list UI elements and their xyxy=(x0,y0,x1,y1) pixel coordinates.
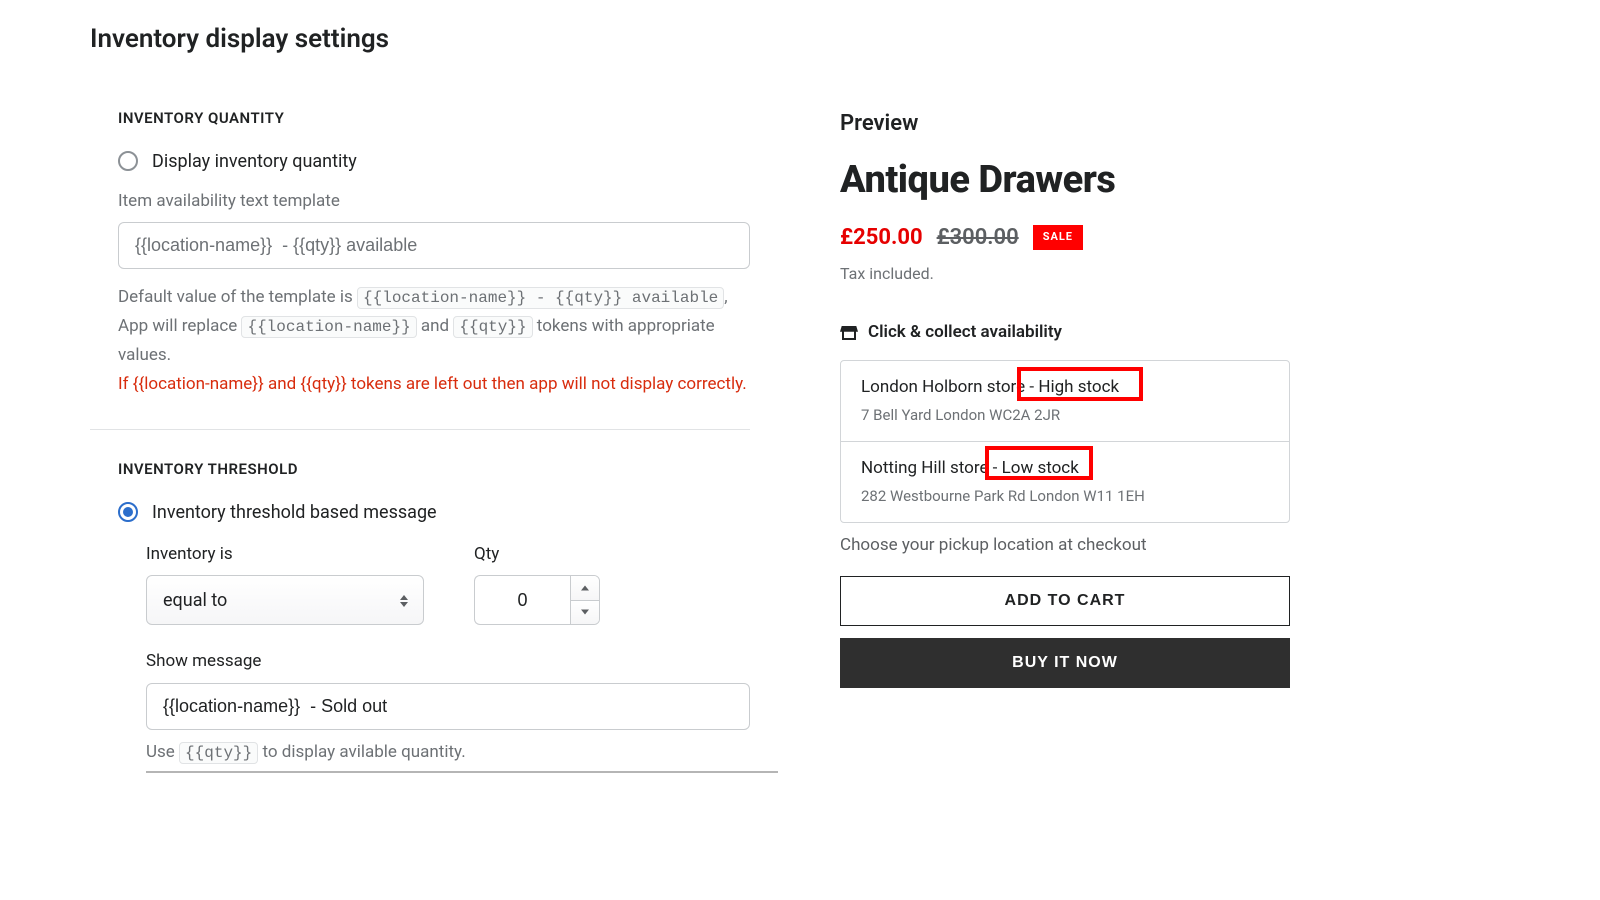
threshold-radio[interactable] xyxy=(118,502,138,522)
location-address: 282 Westbourne Park Rd London W11 1EH xyxy=(861,485,1269,508)
stock-status: - Low stock xyxy=(988,458,1078,478)
tax-note: Tax included. xyxy=(840,262,1290,286)
qty-hint: Use {{qty}} to display avilable quantity… xyxy=(146,740,750,766)
location-list: London Holborn store - High stock 7 Bell… xyxy=(840,360,1290,523)
template-field-label: Item availability text template xyxy=(118,189,750,215)
qty-label: Qty xyxy=(474,542,600,568)
chevron-updown-icon xyxy=(399,590,409,612)
display-quantity-radio[interactable] xyxy=(118,151,138,171)
template-help-text: Default value of the template is {{locat… xyxy=(118,283,750,399)
stock-status: - High stock xyxy=(1025,377,1119,397)
token-location: {{location-name}} xyxy=(241,316,416,338)
threshold-radio-label: Inventory threshold based message xyxy=(152,499,437,526)
product-price: £250.00 xyxy=(840,221,923,254)
inventory-threshold-heading: INVENTORY THRESHOLD xyxy=(118,458,750,481)
inventory-condition-select[interactable]: equal to xyxy=(146,575,424,625)
qty-step-up[interactable] xyxy=(571,576,599,600)
qty-stepper[interactable] xyxy=(570,575,600,625)
token-qty: {{qty}} xyxy=(453,316,532,338)
qty-step-down[interactable] xyxy=(571,600,599,625)
section-divider xyxy=(90,429,750,430)
buy-it-now-button[interactable]: BUY IT NOW xyxy=(840,638,1290,688)
show-message-input[interactable] xyxy=(146,683,750,730)
display-quantity-label: Display inventory quantity xyxy=(152,148,357,175)
show-message-label: Show message xyxy=(146,649,750,675)
click-collect-title: Click & collect availability xyxy=(868,320,1062,346)
token-qty-hint: {{qty}} xyxy=(179,742,258,764)
qty-input[interactable] xyxy=(474,575,570,625)
bottom-divider xyxy=(146,771,778,773)
token-full: {{location-name}} - {{qty}} available xyxy=(357,287,724,309)
pickup-note: Choose your pickup location at checkout xyxy=(840,533,1290,559)
template-warning: If {{location-name}} and {{qty}} tokens … xyxy=(118,374,747,394)
display-quantity-radio-row[interactable]: Display inventory quantity xyxy=(118,148,750,175)
inventory-is-label: Inventory is xyxy=(146,542,424,568)
inventory-quantity-heading: INVENTORY QUANTITY xyxy=(118,107,750,130)
location-item: Notting Hill store - Low stock 282 Westb… xyxy=(841,441,1289,522)
add-to-cart-button[interactable]: ADD TO CART xyxy=(840,576,1290,626)
threshold-radio-row[interactable]: Inventory threshold based message xyxy=(118,499,750,526)
sale-badge: SALE xyxy=(1033,225,1083,250)
product-compare-price: £300.00 xyxy=(937,221,1019,254)
preview-heading: Preview xyxy=(840,107,1290,140)
page-title: Inventory display settings xyxy=(90,20,1510,59)
location-item: London Holborn store - High stock 7 Bell… xyxy=(841,361,1289,441)
store-icon xyxy=(840,326,858,340)
template-input[interactable] xyxy=(118,222,750,269)
location-address: 7 Bell Yard London WC2A 2JR xyxy=(861,404,1269,427)
product-title: Antique Drawers xyxy=(840,152,1290,209)
